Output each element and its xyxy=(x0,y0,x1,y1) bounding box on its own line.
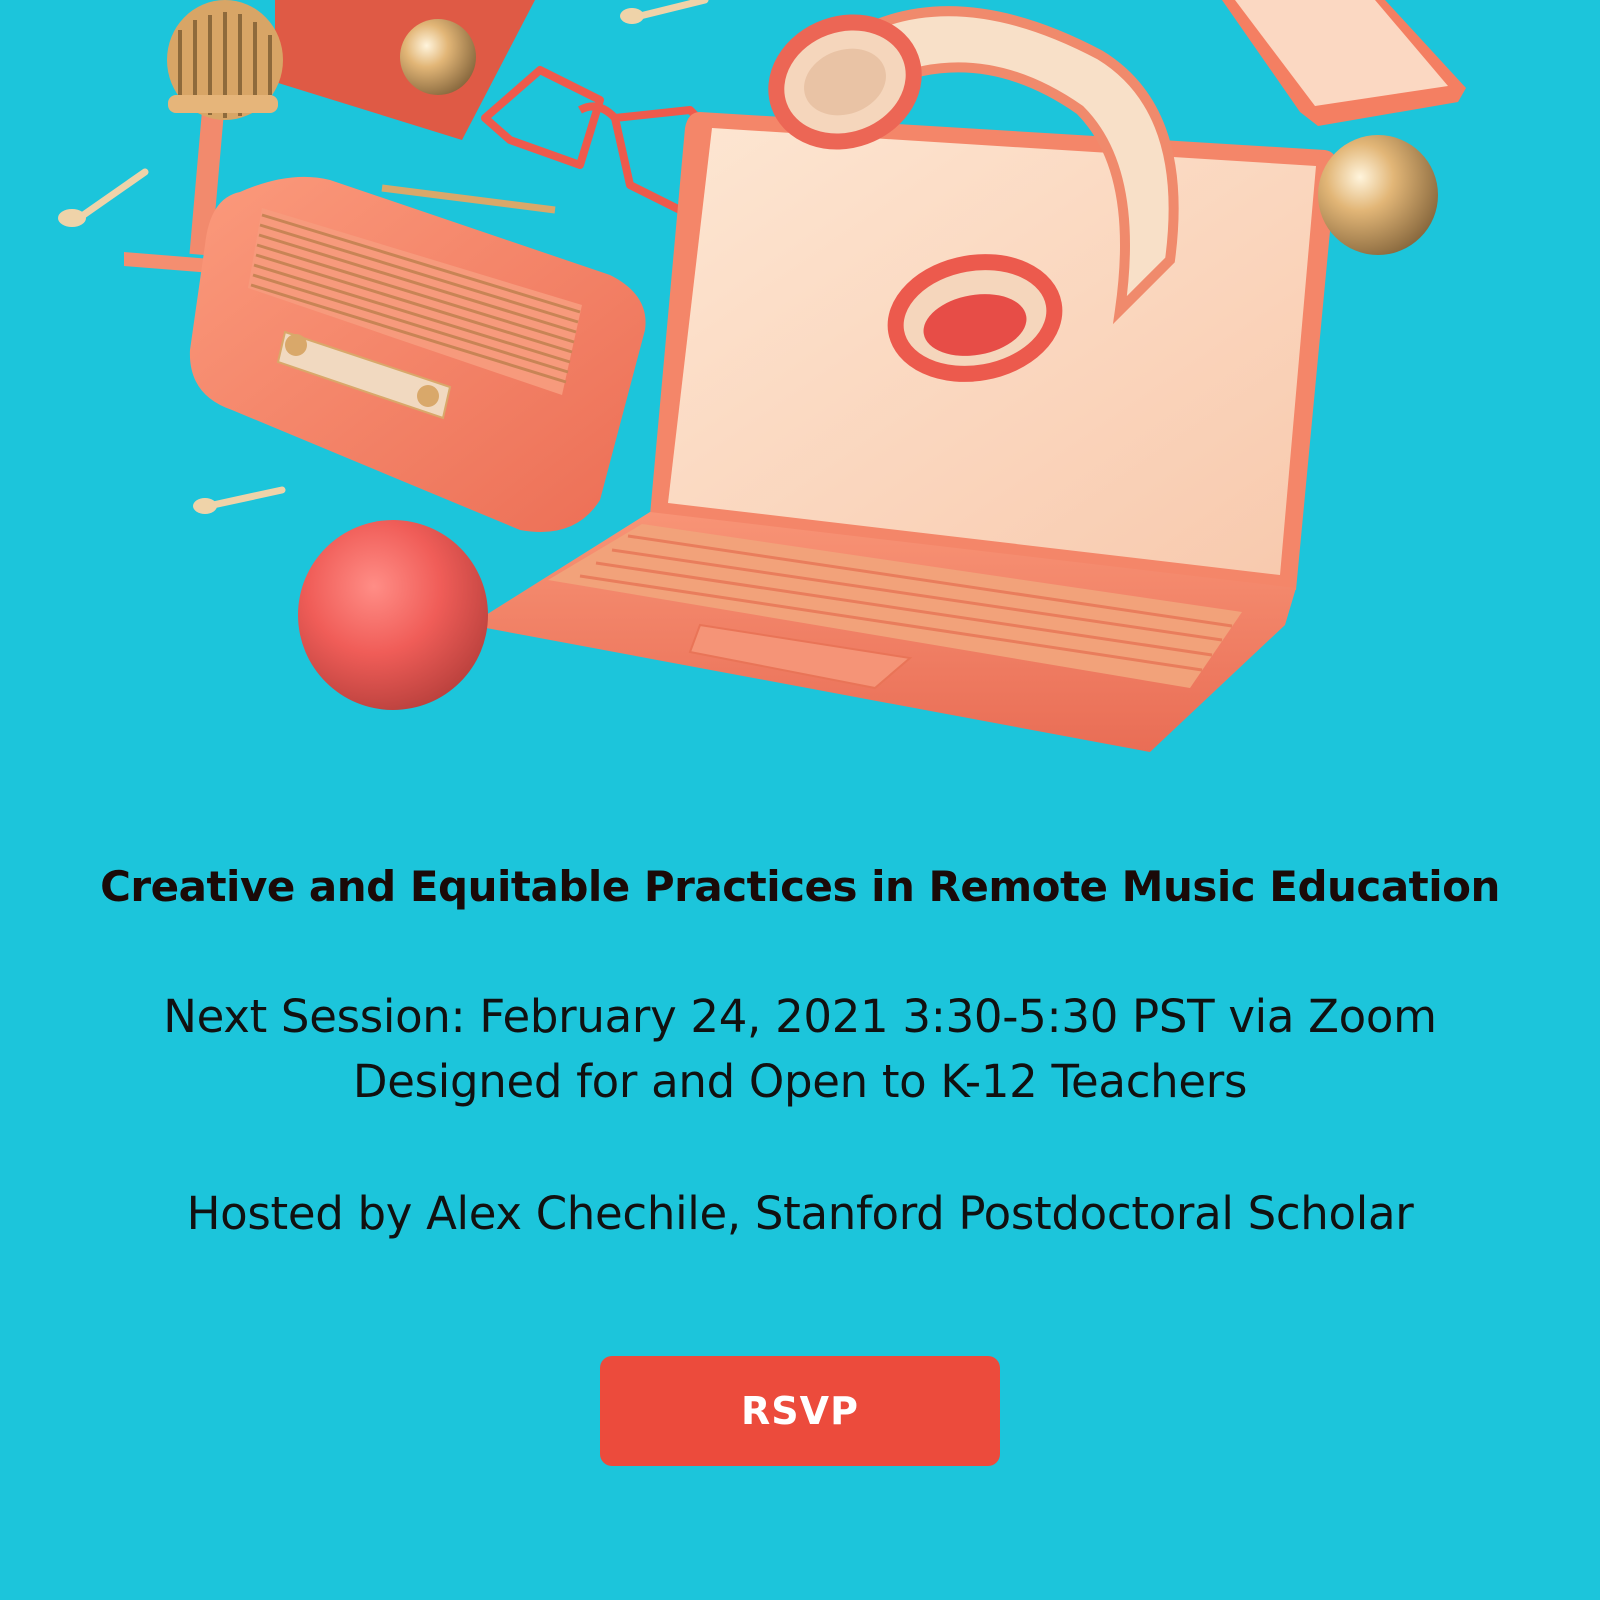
event-title: Creative and Equitable Practices in Remo… xyxy=(100,862,1500,911)
audience-text: Designed for and Open to K-12 Teachers xyxy=(352,1055,1248,1108)
host-text: Hosted by Alex Chechile, Stanford Postdo… xyxy=(186,1187,1414,1240)
session-date-text: Next Session: February 24, 2021 3:30-5:3… xyxy=(163,990,1437,1043)
event-info: Creative and Equitable Practices in Remo… xyxy=(0,0,1600,1600)
rsvp-button[interactable]: RSVP xyxy=(600,1356,1000,1466)
